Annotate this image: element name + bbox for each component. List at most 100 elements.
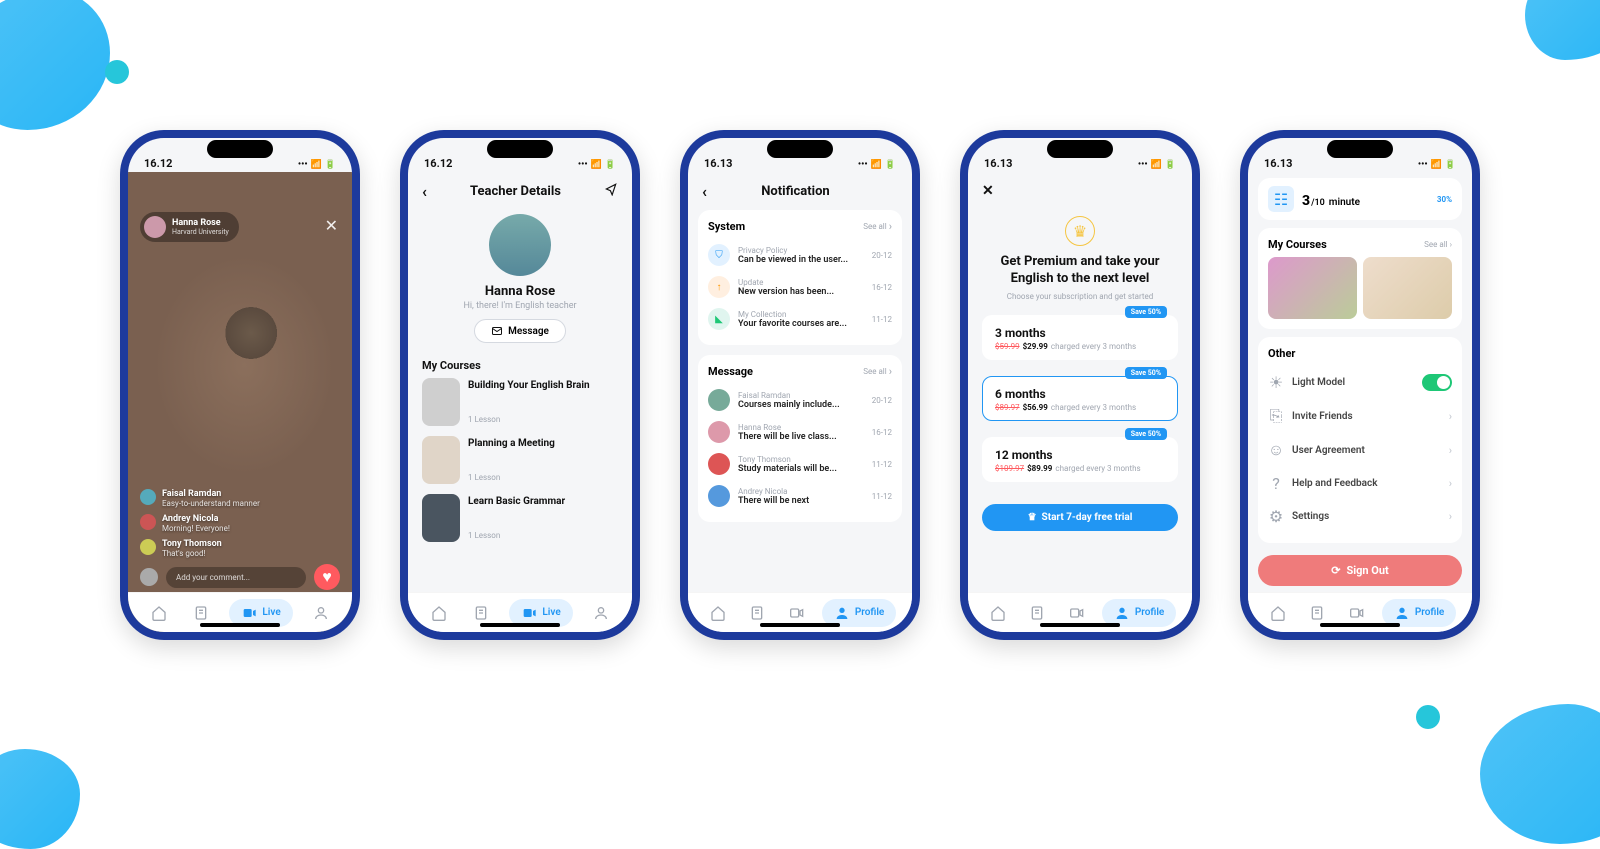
- tab-home[interactable]: [1264, 599, 1292, 627]
- avatar: [140, 568, 158, 586]
- msg-author: Faisal Ramdan: [738, 391, 864, 400]
- tab-profile[interactable]: [587, 599, 615, 627]
- setting-user-agreement[interactable]: ☺User Agreement›: [1268, 433, 1452, 467]
- help-icon: ?: [1268, 474, 1284, 493]
- teacher-avatar[interactable]: [489, 214, 551, 276]
- mail-icon: [491, 325, 503, 337]
- toggle-on[interactable]: [1422, 374, 1452, 391]
- tab-home[interactable]: [704, 599, 732, 627]
- course-row[interactable]: Learn Basic Grammar1 Lesson: [422, 494, 618, 542]
- message-button-label: Message: [508, 326, 549, 337]
- notification-row[interactable]: ◣My CollectionYour favorite courses are.…: [708, 303, 892, 335]
- see-all-link[interactable]: See all ›: [1424, 240, 1452, 249]
- teacher-name: Hanna Rose: [422, 284, 618, 299]
- gear-icon: ⚙: [1268, 507, 1284, 526]
- notification-row[interactable]: ⛉Privacy PolicyCan be viewed in the user…: [708, 239, 892, 271]
- avatar: [708, 421, 730, 443]
- status-time: 16.12: [144, 157, 172, 170]
- premium-heading: Get Premium and take yourEnglish to the …: [982, 254, 1178, 288]
- message-row[interactable]: Tony ThomsonStudy materials will be...11…: [708, 448, 892, 480]
- notif-title: Update: [738, 278, 864, 287]
- bg-blob: [1480, 704, 1600, 844]
- see-all-link[interactable]: See all: [863, 365, 892, 378]
- crown-icon: ♛: [1028, 512, 1037, 523]
- save-badge: Save 50%: [1125, 306, 1167, 318]
- msg-date: 16-12: [872, 428, 892, 437]
- avatar: [708, 453, 730, 475]
- phone-profile: 16.13 •••📶🔋 ☷ 3/10minute 30% My CoursesS…: [1240, 130, 1480, 640]
- status-time: 16.13: [984, 157, 1012, 170]
- setting-settings[interactable]: ⚙Settings›: [1268, 500, 1452, 533]
- progress-card[interactable]: ☷ 3/10minute 30%: [1258, 178, 1462, 220]
- close-icon[interactable]: ✕: [982, 183, 994, 199]
- message-row[interactable]: Hanna RoseThere will be live class... 16-…: [708, 416, 892, 448]
- close-icon[interactable]: ✕: [325, 216, 338, 235]
- msg-author: Hanna Rose: [738, 423, 864, 432]
- like-button[interactable]: ♥: [314, 564, 340, 590]
- notif-title: Privacy Policy: [738, 246, 864, 255]
- page-title: Teacher Details: [427, 184, 604, 199]
- avatar: [140, 539, 156, 555]
- tab-label: Profile: [1415, 607, 1445, 618]
- save-badge: Save 50%: [1125, 367, 1167, 379]
- host-chip[interactable]: Hanna Rose Harvard University: [140, 212, 239, 242]
- setting-help-feedback[interactable]: ?Help and Feedback›: [1268, 467, 1452, 500]
- start-trial-button[interactable]: ♛Start 7-day free trial: [982, 504, 1178, 531]
- message-row[interactable]: Andrey NicolaThere will be next11-12: [708, 480, 892, 512]
- comment-input-row: Add your comment... ♥: [140, 564, 340, 590]
- plan-title: 6 months: [995, 387, 1165, 401]
- sign-out-button[interactable]: ⟳ Sign Out: [1258, 555, 1462, 586]
- plan-6-months-selected[interactable]: Save 50% 6 months $89.97$56.99charged ev…: [982, 376, 1178, 421]
- notification-row[interactable]: ↑UpdateNew version has been...16-12: [708, 271, 892, 303]
- avatar: [708, 485, 730, 507]
- notif-date: 11-12: [872, 315, 892, 324]
- status-time: 16.13: [1264, 157, 1292, 170]
- tab-home[interactable]: [984, 599, 1012, 627]
- tab-home[interactable]: [425, 599, 453, 627]
- message-button[interactable]: Message: [474, 319, 566, 343]
- logout-icon: ⟳: [1331, 564, 1340, 577]
- page-title: Notification: [707, 184, 884, 199]
- phone-premium: 16.13 •••📶🔋 ✕ ♛ Get Premium and take you…: [960, 130, 1200, 640]
- comment-row: Andrey NicolaMorning! Everyone!: [140, 514, 340, 533]
- comment-text: Easy-to-understand manner: [162, 499, 260, 508]
- system-card: SystemSee all ⛉Privacy PolicyCan be view…: [698, 210, 902, 345]
- course-row[interactable]: Building Your English Brain1 Lesson: [422, 378, 618, 426]
- course-lesson: 1 Lesson: [468, 531, 618, 540]
- section-title: Other: [1268, 347, 1295, 360]
- status-time: 16.13: [704, 157, 732, 170]
- plan-3-months[interactable]: Save 50% 3 months $59.99$29.99charged ev…: [982, 315, 1178, 360]
- msg-text: Study materials will be...: [738, 464, 864, 474]
- nav-bar: ✕: [968, 172, 1192, 210]
- tab-profile[interactable]: [307, 599, 335, 627]
- signout-label: Sign Out: [1346, 564, 1388, 577]
- tab-home[interactable]: [145, 599, 173, 627]
- gift-icon: ⎘: [1268, 406, 1284, 426]
- course-row[interactable]: Planning a Meeting1 Lesson: [422, 436, 618, 484]
- message-row[interactable]: Faisal RamdanCourses mainly include...20…: [708, 384, 892, 416]
- msg-text: There will be live class...: [738, 432, 864, 442]
- course-thumb: [422, 378, 460, 426]
- course-thumb: [422, 494, 460, 542]
- notif-date: 20-12: [872, 251, 892, 260]
- nav-bar: ‹ Teacher Details: [408, 172, 632, 210]
- see-all-link[interactable]: See all: [863, 220, 892, 233]
- section-title: My Courses: [422, 359, 618, 372]
- status-icons: •••📶🔋: [578, 160, 616, 170]
- course-thumb[interactable]: [1363, 257, 1452, 319]
- comment-input[interactable]: Add your comment...: [166, 567, 306, 588]
- course-thumb[interactable]: [1268, 257, 1357, 319]
- setting-invite-friends[interactable]: ⎘Invite Friends›: [1268, 399, 1452, 433]
- plan-12-months[interactable]: Save 50% 12 months $109.97$89.99charged …: [982, 437, 1178, 482]
- msg-date: 11-12: [872, 460, 892, 469]
- bg-blob: [0, 749, 80, 849]
- other-card: Other ☀Light Model ⎘Invite Friends› ☺Use…: [1258, 337, 1462, 543]
- setting-light-model[interactable]: ☀Light Model: [1268, 366, 1452, 399]
- course-thumb: [422, 436, 460, 484]
- phone-notification: 16.13 •••📶🔋 ‹ Notification SystemSee all…: [680, 130, 920, 640]
- share-icon[interactable]: [604, 182, 618, 200]
- comment-author: Andrey Nicola: [162, 514, 230, 524]
- mockup-stage: 16.12 •••📶🔋 Hanna Rose Harvard Universit…: [0, 130, 1600, 640]
- chevron-right-icon: ›: [1449, 477, 1452, 490]
- message-card: MessageSee all Faisal RamdanCourses main…: [698, 355, 902, 522]
